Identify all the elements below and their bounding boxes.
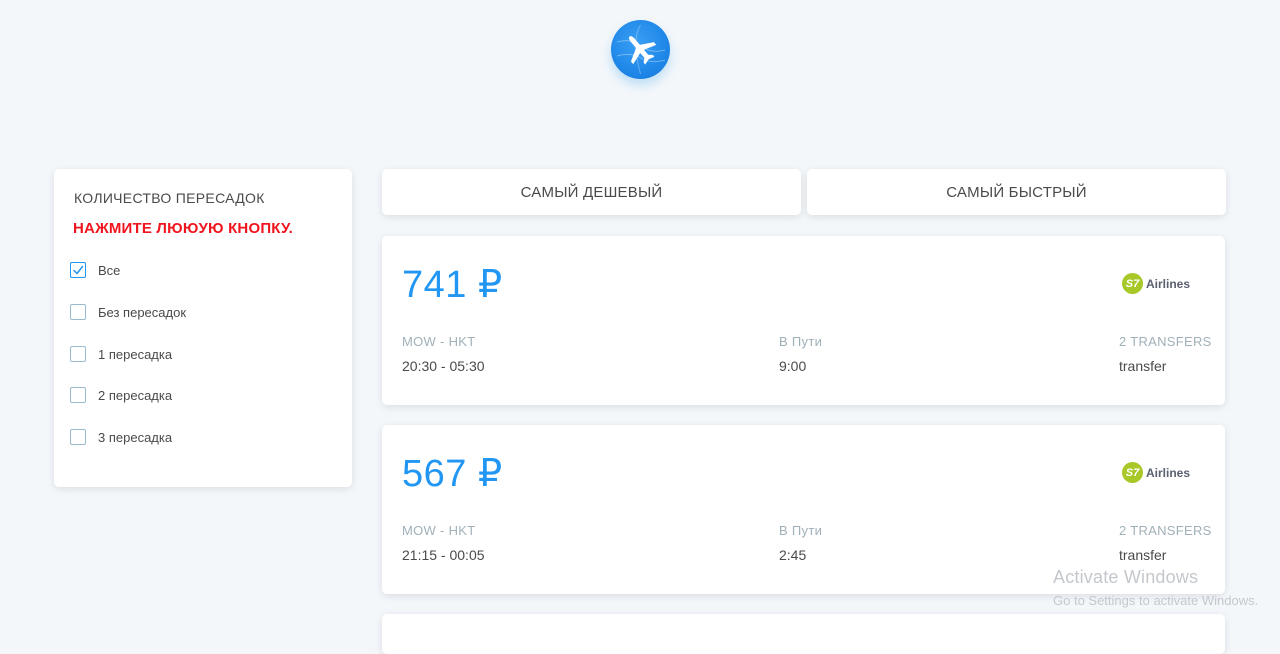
airplane-icon	[616, 24, 666, 75]
filter-option-label: 3 пересадка	[98, 429, 173, 445]
duration-value: 2:45	[779, 547, 807, 563]
airline-badge: S7	[1122, 273, 1143, 294]
tab-cheapest[interactable]: САМЫЙ ДЕШЕВЫЙ	[382, 169, 801, 215]
route-column: MOW - HKT 21:15 - 00:05	[402, 523, 485, 563]
checkbox-checked[interactable]	[70, 262, 86, 278]
ticket-price: 567 ₽	[402, 453, 503, 495]
duration-column: В Пути 9:00	[779, 334, 822, 374]
checkbox[interactable]	[70, 346, 86, 362]
duration-column: В Пути 2:45	[779, 523, 822, 563]
watermark-subtitle: Go to Settings to activate Windows.	[1053, 593, 1259, 608]
stops-column: 2 TRANSFERS transfer	[1119, 334, 1212, 374]
checkmark-icon	[73, 265, 84, 275]
filter-option-label: 2 пересадка	[98, 387, 173, 403]
ticket-card[interactable]: 567 ₽ S7 Airlines MOW - HKT 21:15 - 00:0…	[382, 425, 1225, 594]
airline-logo: S7 Airlines	[1122, 273, 1190, 294]
checkbox[interactable]	[70, 304, 86, 320]
stops-label: 2 TRANSFERS	[1119, 523, 1212, 538]
stops-value: transfer	[1119, 547, 1167, 563]
filter-option-label: 1 пересадка	[98, 346, 173, 362]
filter-option-1-transfer[interactable]: 1 пересадка	[70, 344, 172, 364]
tab-fastest[interactable]: САМЫЙ БЫСТРЫЙ	[807, 169, 1226, 215]
flight-time: 21:15 - 00:05	[402, 547, 485, 563]
transfers-filter-panel: КОЛИЧЕСТВО ПЕРЕСАДОК НАЖМИТЕ ЛЮЮУЮ КНОПК…	[54, 169, 352, 487]
filter-title: КОЛИЧЕСТВО ПЕРЕСАДОК	[74, 190, 265, 206]
filter-option-3-transfers[interactable]: 3 пересадка	[70, 427, 172, 447]
checkbox[interactable]	[70, 429, 86, 445]
route-label: MOW - HKT	[402, 523, 476, 538]
checkbox[interactable]	[70, 387, 86, 403]
filter-option-label: Без пересадок	[98, 304, 187, 320]
stops-label: 2 TRANSFERS	[1119, 334, 1212, 349]
airline-name: Airlines	[1146, 276, 1191, 291]
airline-logo: S7 Airlines	[1122, 462, 1190, 483]
route-label: MOW - HKT	[402, 334, 476, 349]
stops-value: transfer	[1119, 358, 1167, 374]
filter-option-2-transfers[interactable]: 2 пересадка	[70, 385, 172, 405]
ticket-card-partial[interactable]	[382, 614, 1225, 654]
stops-column: 2 TRANSFERS transfer	[1119, 523, 1212, 563]
flight-time: 20:30 - 05:30	[402, 358, 485, 374]
airline-badge: S7	[1122, 462, 1143, 483]
duration-label: В Пути	[779, 334, 823, 349]
route-column: MOW - HKT 20:30 - 05:30	[402, 334, 485, 374]
ticket-price: 741 ₽	[402, 264, 503, 306]
filter-option-label: Все	[98, 262, 121, 278]
duration-value: 9:00	[779, 358, 807, 374]
filter-option-all[interactable]: Все	[70, 260, 120, 280]
airline-name: Airlines	[1146, 465, 1191, 480]
app-logo	[611, 20, 670, 79]
ticket-card[interactable]: 741 ₽ S7 Airlines MOW - HKT 20:30 - 05:3…	[382, 236, 1225, 405]
duration-label: В Пути	[779, 523, 823, 538]
filter-option-no-transfers[interactable]: Без пересадок	[70, 302, 186, 322]
filter-warning: НАЖМИТЕ ЛЮЮУЮ КНОПКУ.	[73, 220, 294, 237]
